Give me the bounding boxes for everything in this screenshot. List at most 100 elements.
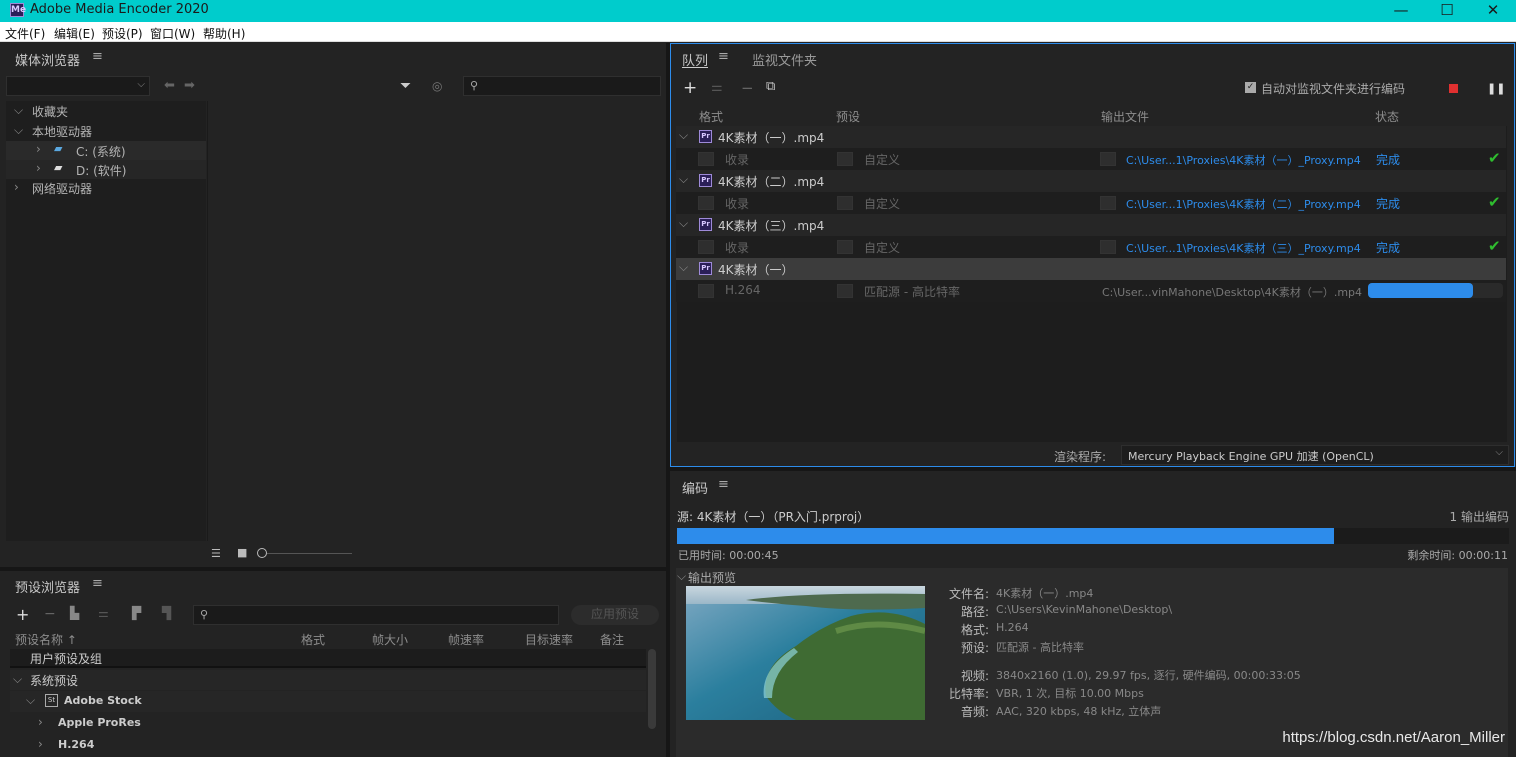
panel-menu-icon[interactable]: ≡ [92, 576, 103, 591]
preset-dropdown[interactable] [837, 240, 853, 254]
list-view-icon[interactable]: ☰ [211, 547, 221, 560]
queue-group-4[interactable]: ⌵ Pr 4K素材（一） [676, 258, 1506, 280]
apply-preset-button[interactable]: 应用预设 [571, 605, 659, 625]
encoding-progress-track [677, 528, 1509, 544]
info-key: 音频: [960, 705, 989, 719]
forward-arrow-icon[interactable]: ➡ [184, 78, 195, 93]
panel-menu-icon[interactable]: ≡ [92, 49, 103, 64]
drive-icon: ▰ [54, 142, 63, 155]
auto-encode-checkbox[interactable]: ✓ [1245, 82, 1256, 93]
col-status[interactable]: 状态 [1375, 108, 1399, 125]
back-arrow-icon[interactable]: ⬅ [164, 78, 175, 93]
settings-icon[interactable]: ⚌ [711, 80, 723, 95]
preset-dropdown[interactable] [837, 284, 853, 298]
queue-item-1[interactable]: 收录 自定义 C:\User...1\Proxies\4K素材（一）_Proxy… [676, 148, 1506, 170]
chevron-down-icon: ⌵ [679, 260, 689, 274]
list-item[interactable]: 用户预设及组 [10, 649, 646, 668]
queue-item-3[interactable]: 收录 自定义 C:\User...1\Proxies\4K素材（三）_Proxy… [676, 236, 1506, 258]
queue-group-1[interactable]: ⌵ Pr 4K素材（一）.mp4 [676, 126, 1506, 148]
premiere-icon: Pr [699, 174, 712, 187]
list-item[interactable]: › Apple ProRes [10, 713, 646, 734]
preset-dropdown[interactable] [837, 152, 853, 166]
tree-favorites[interactable]: 收藏夹 [32, 103, 68, 120]
settings-icon[interactable]: ⚌ [98, 606, 109, 620]
add-preset-icon[interactable]: + [16, 605, 29, 624]
remove-icon[interactable]: − [741, 79, 754, 97]
output-dropdown[interactable] [1100, 152, 1116, 166]
tree-network[interactable]: 网络驱动器 [32, 180, 92, 197]
adobe-stock-icon: St [45, 694, 58, 707]
panel-menu-icon[interactable]: ≡ [718, 49, 729, 64]
close-button[interactable]: ✕ [1470, 0, 1516, 22]
premiere-icon: Pr [699, 130, 712, 143]
encoding-progress-fill [677, 528, 1335, 544]
col-frame-rate[interactable]: 帧速率 [448, 631, 484, 648]
output-dropdown[interactable] [1100, 240, 1116, 254]
list-item[interactable]: › H.264 [10, 735, 646, 756]
chevron-down-icon: ⌵ [26, 693, 36, 707]
import-preset-icon[interactable]: ▛ [132, 606, 141, 620]
col-format[interactable]: 格式 [301, 631, 325, 648]
menu-file[interactable]: 文件(F) [5, 25, 45, 42]
stop-icon[interactable] [1449, 84, 1458, 93]
preset-dropdown[interactable] [837, 196, 853, 210]
col-output[interactable]: 输出文件 [1101, 108, 1149, 125]
export-preset-icon[interactable]: ▜ [162, 606, 171, 620]
scrollbar[interactable] [648, 649, 656, 729]
output-dropdown[interactable] [1100, 196, 1116, 210]
check-icon: ✔ [1488, 237, 1501, 255]
filter-icon[interactable]: ⏷ [400, 78, 411, 94]
duplicate-icon[interactable]: ⧉ [766, 79, 775, 94]
auto-encode-label: 自动对监视文件夹进行编码 [1261, 82, 1406, 96]
queue-item-4[interactable]: H.264 匹配源 - 高比特率 C:\User...vinMahone\Des… [676, 280, 1506, 302]
col-frame-size[interactable]: 帧大小 [372, 631, 408, 648]
location-dropdown[interactable]: ⌵ [6, 76, 150, 96]
list-item[interactable]: ⌵ 系统预设 [10, 670, 646, 690]
info-key: 文件名: [948, 587, 989, 601]
menu-preset[interactable]: 预设(P) [102, 25, 143, 42]
renderer-dropdown[interactable]: Mercury Playback Engine GPU 加速 (OpenCL) … [1121, 445, 1509, 465]
tree-drive-d[interactable]: D: (软件) [76, 162, 126, 179]
minimize-button[interactable]: — [1378, 0, 1424, 22]
status-text: 完成 [1376, 197, 1401, 211]
pause-icon[interactable]: ❚❚ [1487, 82, 1505, 95]
tree-local-drives[interactable]: 本地驱动器 [32, 123, 92, 140]
zoom-slider-track[interactable] [267, 553, 352, 554]
format-dropdown[interactable] [698, 284, 714, 298]
remove-preset-icon[interactable]: − [44, 606, 56, 622]
app-icon: Me [10, 3, 27, 17]
queue-item-2[interactable]: 收录 自定义 C:\User...1\Proxies\4K素材（二）_Proxy… [676, 192, 1506, 214]
col-format[interactable]: 格式 [699, 108, 723, 125]
panel-menu-icon[interactable]: ≡ [718, 477, 729, 492]
chevron-down-icon: ⌵ [679, 128, 689, 142]
list-item[interactable]: ⌵ St Adobe Stock [10, 691, 646, 712]
col-preset[interactable]: 预设 [836, 108, 860, 125]
output-file-link[interactable]: C:\User...1\Proxies\4K素材（二）_Proxy.mp4 [1126, 196, 1361, 212]
col-target-rate[interactable]: 目标速率 [525, 631, 573, 648]
new-group-icon[interactable]: ▙ [70, 606, 79, 620]
menu-window[interactable]: 窗口(W) [150, 25, 195, 42]
queue-group-2[interactable]: ⌵ Pr 4K素材（二）.mp4 [676, 170, 1506, 192]
tree-drive-c[interactable]: C: (系统) [76, 143, 126, 160]
encoding-panel: 编码 ≡ 源: 4K素材（一）（PR入门.prproj） 1 输出编码 已用时间… [670, 471, 1516, 757]
tab-watch-folders[interactable]: 监视文件夹 [752, 50, 817, 69]
info-value: VBR, 1 次, 目标 10.00 Mbps [996, 687, 1144, 700]
output-file-link[interactable]: C:\User...1\Proxies\4K素材（一）_Proxy.mp4 [1126, 152, 1361, 168]
icon-view-icon[interactable]: ■ [237, 546, 247, 559]
output-file-link[interactable]: C:\User...1\Proxies\4K素材（三）_Proxy.mp4 [1126, 240, 1361, 256]
format-dropdown[interactable] [698, 152, 714, 166]
view-icon[interactable]: ◎ [432, 79, 442, 93]
queue-group-3[interactable]: ⌵ Pr 4K素材（三）.mp4 [676, 214, 1506, 236]
preset-search-input[interactable]: ⚲ [193, 605, 559, 625]
menu-edit[interactable]: 编辑(E) [54, 25, 95, 42]
add-source-icon[interactable]: + [683, 78, 697, 98]
format-dropdown[interactable] [698, 240, 714, 254]
format-dropdown[interactable] [698, 196, 714, 210]
media-search-input[interactable]: ⚲ [463, 76, 661, 96]
tab-underline [682, 67, 708, 68]
col-preset-name[interactable]: 预设名称 ↑ [15, 631, 77, 648]
menu-help[interactable]: 帮助(H) [203, 25, 245, 42]
maximize-button[interactable]: ☐ [1424, 0, 1470, 22]
col-comment[interactable]: 备注 [600, 631, 624, 648]
zoom-slider-handle[interactable] [257, 548, 267, 558]
